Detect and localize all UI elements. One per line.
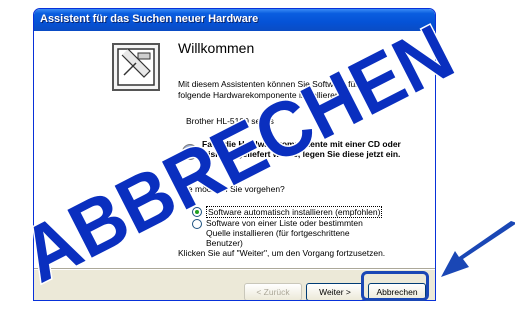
wizard-content: Willkommen Mit diesem Assistenten können…: [170, 31, 435, 268]
back-button[interactable]: < Zurück: [244, 283, 302, 300]
cd-instruction: Falls die Hardwarekomponente mit einer C…: [202, 139, 401, 159]
wizard-side-panel: [34, 31, 170, 268]
window-title: Assistent für das Suchen neuer Hardware: [40, 13, 259, 25]
radio-manual[interactable]: [192, 219, 202, 229]
option-manual-label[interactable]: Software von einer Liste oder bestimmten…: [206, 218, 382, 248]
arrow-icon: [441, 221, 515, 277]
device-name: Brother HL-5100 series: [186, 116, 274, 126]
page-title: Willkommen: [178, 40, 255, 56]
cd-icon: [182, 144, 198, 160]
wizard-dialog: Assistent für das Suchen neuer Hardware …: [33, 8, 436, 301]
radio-automatic[interactable]: [192, 207, 202, 217]
hardware-wizard-icon: [112, 43, 160, 91]
title-bar[interactable]: Assistent für das Suchen neuer Hardware: [34, 9, 435, 31]
option-automatic-label[interactable]: Software automatisch installieren (empfo…: [206, 206, 383, 218]
cancel-highlight: [361, 271, 429, 301]
question-text: Wie möchten Sie vorgehen?: [178, 184, 285, 194]
option-manual[interactable]: Software von einer Liste oder bestimmten…: [192, 218, 382, 248]
next-button[interactable]: Weiter >: [306, 283, 364, 300]
footer-divider: [34, 268, 435, 270]
intro-text: Mit diesem Assistenten können Sie Softwa…: [178, 79, 372, 100]
option-automatic[interactable]: Software automatisch installieren (empfo…: [192, 206, 383, 218]
continue-hint: Klicken Sie auf "Weiter", um den Vorgang…: [178, 248, 386, 258]
